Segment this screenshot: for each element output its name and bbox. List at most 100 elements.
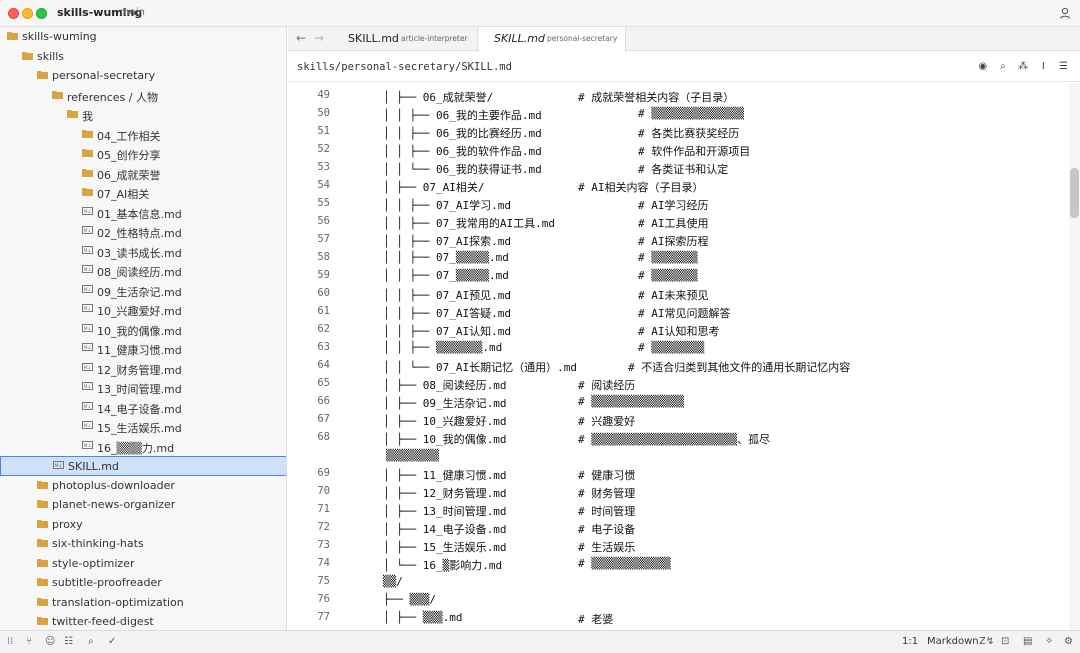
code-line[interactable]: 77 │ ├── ▒▒▒.md # 老婆 [288, 609, 1068, 627]
code-line[interactable]: 57 │ │ ├── 07_AI探索.md # AI探索历程 [288, 231, 1068, 249]
code-editor[interactable]: 49 │ ├── 06_成就荣誉/ # 成就荣誉相关内容（子目录） 50 │ │ ├──… [288, 83, 1080, 630]
forward-arrow-icon[interactable]: → [314, 31, 324, 45]
folder-item[interactable]: references / 人物 [0, 86, 286, 106]
close-window-button[interactable] [8, 8, 19, 19]
code-line[interactable]: 59 │ │ ├── 07_▒▒▒▒▒.md # ▒▒▒▒▒▒▒ [288, 267, 1068, 285]
code-line[interactable]: 51 │ │ ├── 06_我的比赛经历.md # 各类比赛获奖经历 [288, 123, 1068, 141]
tree-item-label: 11_健康习惯.md [97, 344, 182, 357]
code-line[interactable]: 53 │ │ └── 06_我的获得证书.md # 各类证书和认定 [288, 159, 1068, 177]
layout-icon[interactable]: ▤ [1023, 636, 1032, 647]
code-line[interactable]: ▒▒▒▒▒▒▒▒ [288, 447, 1068, 465]
file-item[interactable]: M↓ 11_健康习惯.md [0, 339, 286, 359]
language-mode[interactable]: Markdown [927, 636, 979, 647]
code-line[interactable]: 66 │ ├── 09_生活杂记.md # ▒▒▒▒▒▒▒▒▒▒▒▒▒▒ [288, 393, 1068, 411]
branch-name[interactable]: main [120, 7, 145, 18]
search-icon[interactable]: ⌕ [996, 61, 1009, 72]
file-item[interactable]: M↓ 03_读书成长.md [0, 242, 286, 262]
minimize-window-button[interactable] [22, 8, 33, 19]
scrollbar-thumb[interactable] [1070, 168, 1079, 218]
panel-icon[interactable]: ⊡ [1001, 636, 1009, 647]
code-comment: # 成就荣誉相关内容（子目录） [578, 91, 735, 104]
file-item[interactable]: M↓ SKILL.md [0, 456, 286, 476]
file-item[interactable]: M↓ 02_性格特点.md [0, 222, 286, 242]
format-icon[interactable]: ⁂ [1017, 61, 1030, 72]
line-number: 66 [317, 395, 330, 407]
search-icon[interactable]: ⌕ [88, 636, 94, 647]
folder-item[interactable]: 07_AI相关 [0, 183, 286, 203]
cursor-position[interactable]: 1:1 [902, 636, 918, 647]
file-item[interactable]: M↓ 09_生活杂记.md [0, 281, 286, 301]
code-line[interactable]: 74 │ └── 16_▒影响力.md # ▒▒▒▒▒▒▒▒▒▒▒▒ [288, 555, 1068, 573]
code-line[interactable]: 70 │ ├── 12_财务管理.md # 财务管理 [288, 483, 1068, 501]
code-line[interactable]: 49 │ ├── 06_成就荣誉/ # 成就荣誉相关内容（子目录） [288, 87, 1068, 105]
editor-scrollbar[interactable] [1069, 83, 1080, 630]
code-line[interactable]: 72 │ ├── 14_电子设备.md # 电子设备 [288, 519, 1068, 537]
file-item[interactable]: M↓ 10_我的偶像.md [0, 320, 286, 340]
code-line[interactable]: 54 │ ├── 07_AI相关/ # AI相关内容（子目录） [288, 177, 1068, 195]
folder-item[interactable]: proxy [0, 515, 286, 535]
code-line[interactable]: 68 │ ├── 10_我的偶像.md # ▒▒▒▒▒▒▒▒▒▒▒▒▒▒▒▒▒▒▒▒… [288, 429, 1068, 447]
code-line[interactable]: 50 │ │ ├── 06_我的主要作品.md # ▒▒▒▒▒▒▒▒▒▒▒▒▒▒ [288, 105, 1068, 123]
file-path[interactable]: skills/personal-secretary/SKILL.md [297, 61, 512, 73]
tree-item-label: translation-optimization [52, 595, 184, 609]
folder-item[interactable]: six-thinking-hats [0, 534, 286, 554]
file-item[interactable]: M↓ 16_▒▒▒力.md [0, 437, 286, 457]
file-explorer-sidebar[interactable]: skills-wuming skills personal-secretary ref… [0, 27, 287, 630]
cursor-icon[interactable]: I [1037, 61, 1050, 72]
zoom-window-button[interactable] [36, 8, 47, 19]
code-line[interactable]: 60 │ │ ├── 07_AI预见.md # AI未来预见 [288, 285, 1068, 303]
encoding-icon[interactable]: Z↯ [979, 636, 994, 647]
folder-item[interactable]: 04_工作相关 [0, 125, 286, 145]
file-item[interactable]: M↓ 10_兴趣爱好.md [0, 300, 286, 320]
code-line[interactable]: 61 │ │ ├── 07_AI答疑.md # AI常见问题解答 [288, 303, 1068, 321]
folder-item[interactable]: 06_成就荣誉 [0, 164, 286, 184]
folder-item[interactable]: skills [0, 47, 286, 67]
code-line[interactable]: 58 │ │ ├── 07_▒▒▒▒▒.md # ▒▒▒▒▒▒▒ [288, 249, 1068, 267]
folder-item[interactable]: planet-news-organizer [0, 495, 286, 515]
file-item[interactable]: M↓ 08_阅读经历.md [0, 261, 286, 281]
folder-item[interactable]: 我 [0, 105, 286, 125]
file-item[interactable]: M↓ 13_时间管理.md [0, 378, 286, 398]
code-line[interactable]: 73 │ ├── 15_生活娱乐.md # 生活娱乐 [288, 537, 1068, 555]
preview-eye-icon[interactable]: ◉ [976, 61, 989, 72]
code-line[interactable]: 52 │ │ ├── 06_我的软件作品.md # 软件作品和开源项目 [288, 141, 1068, 159]
code-line[interactable]: 56 │ │ ├── 07_我常用的AI工具.md # AI工具使用 [288, 213, 1068, 231]
folder-item[interactable]: twitter-feed-digest [0, 612, 286, 630]
code-line[interactable]: 64 │ │ └── 07_AI长期记忆（通用）.md # 不适合归类到其他文件的通… [288, 357, 1068, 375]
git-branch-icon[interactable]: ⑂ [26, 636, 32, 647]
folder-item[interactable]: translation-optimization [0, 593, 286, 613]
user-icon[interactable] [1058, 6, 1072, 20]
code-line[interactable]: 75 ▒▒/ [288, 573, 1068, 591]
code-text: │ │ ├── 07_AI答疑.md [383, 307, 511, 320]
code-line[interactable]: 63 │ │ ├── ▒▒▒▒▒▒▒.md # ▒▒▒▒▒▒▒▒ [288, 339, 1068, 357]
code-line[interactable]: 65 │ ├── 08_阅读经历.md # 阅读经历 [288, 375, 1068, 393]
folder-item[interactable]: photoplus-downloader [0, 476, 286, 496]
list-icon[interactable]: ☷ [64, 636, 73, 647]
people-icon[interactable]: ☺ [45, 636, 55, 647]
folder-item[interactable]: subtitle-proofreader [0, 573, 286, 593]
folder-item[interactable]: skills-wuming [0, 27, 286, 47]
folder-item[interactable]: personal-secretary [0, 66, 286, 86]
code-line[interactable]: 71 │ ├── 13_时间管理.md # 时间管理 [288, 501, 1068, 519]
code-line[interactable]: 55 │ │ ├── 07_AI学习.md # AI学习经历 [288, 195, 1068, 213]
folder-item[interactable]: style-optimizer [0, 554, 286, 574]
tab-skill-personal-secretary[interactable]: SKILL.md personal-secretary [479, 27, 626, 52]
check-icon[interactable]: ✓ [108, 636, 116, 647]
file-item[interactable]: M↓ 01_基本信息.md [0, 203, 286, 223]
file-item[interactable]: M↓ 14_电子设备.md [0, 398, 286, 418]
code-line[interactable]: 69 │ ├── 11_健康习惯.md # 健康习惯 [288, 465, 1068, 483]
code-line[interactable]: 67 │ ├── 10_兴趣爱好.md # 兴趣爱好 [288, 411, 1068, 429]
back-arrow-icon[interactable]: ← [296, 31, 306, 45]
notifications-icon[interactable]: ⚙ [1064, 636, 1073, 647]
settings-sliders-icon[interactable]: ☰ [1057, 61, 1070, 72]
code-line[interactable]: 62 │ │ ├── 07_AI认知.md # AI认知和思考 [288, 321, 1068, 339]
explorer-icon[interactable]: ⁞⁞ [7, 636, 13, 647]
code-comment: # AI常见问题解答 [638, 307, 731, 320]
ai-assist-icon[interactable]: ✧ [1045, 636, 1053, 647]
file-item[interactable]: M↓ 12_财务管理.md [0, 359, 286, 379]
code-text: │ └── 16_▒影响力.md [383, 559, 503, 572]
tab-skill-article-interpreter[interactable]: SKILL.md article-interpreter [338, 27, 478, 51]
file-item[interactable]: M↓ 15_生活娱乐.md [0, 417, 286, 437]
code-line[interactable]: 76 ├── ▒▒▒/ [288, 591, 1068, 609]
folder-item[interactable]: 05_创作分享 [0, 144, 286, 164]
